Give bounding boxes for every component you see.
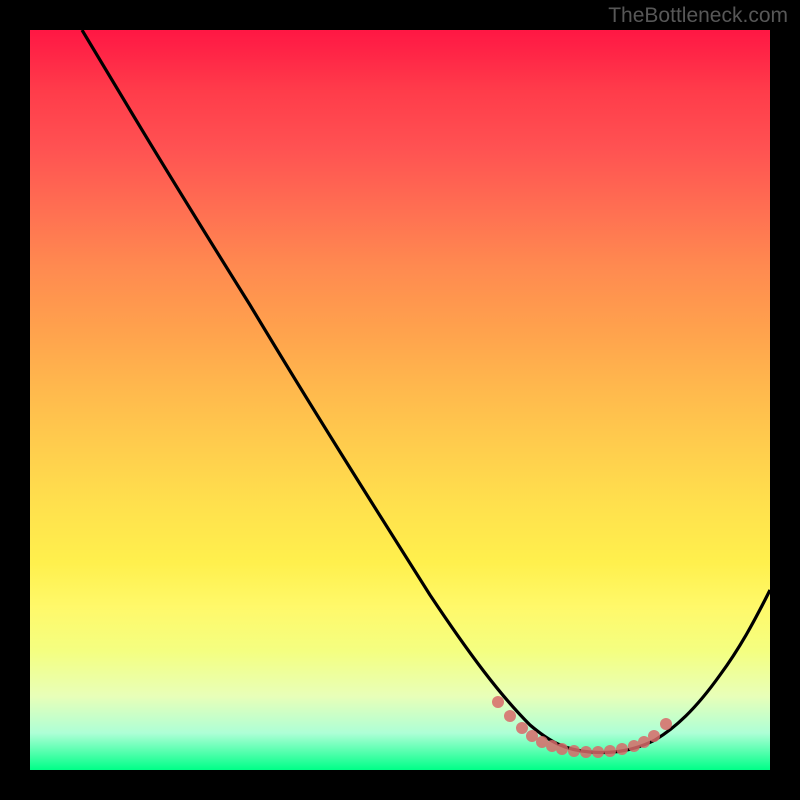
- bottleneck-curve-line: [82, 30, 770, 753]
- chart-svg: [30, 30, 770, 770]
- optimal-range-dots: [492, 696, 672, 758]
- watermark-text: TheBottleneck.com: [608, 4, 788, 28]
- chart-plot-area: [30, 30, 770, 770]
